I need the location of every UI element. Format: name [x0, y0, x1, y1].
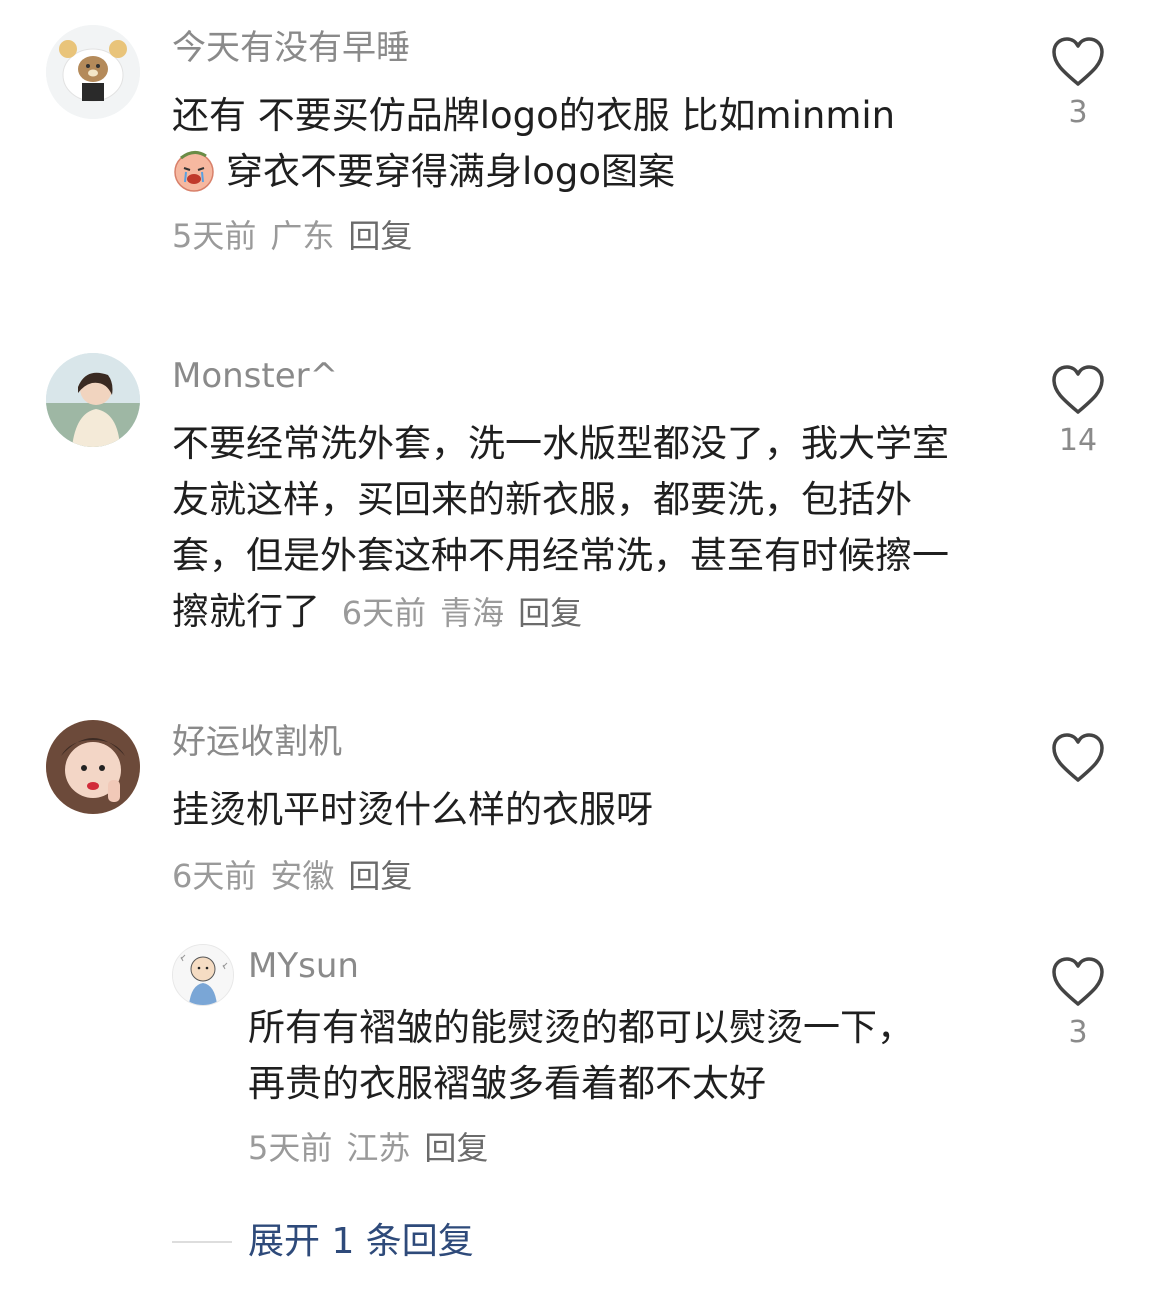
comment-meta: 5天前 广东 回复 — [172, 216, 426, 256]
reply-button[interactable]: 回复 — [424, 1129, 488, 1167]
comment-text-line: 还有 不要买仿品牌logo的衣服 比如minmin — [172, 94, 896, 137]
reply-button[interactable]: 回复 — [518, 594, 582, 632]
comment-location: 青海 — [440, 594, 505, 632]
comment-text: 还有 不要买仿品牌logo的衣服 比如minmin 穿衣不要穿得满身logo图案 — [172, 88, 992, 200]
heart-icon — [1052, 957, 1104, 1006]
crying-face-emoji-icon — [174, 151, 214, 192]
reply-text: 所有有褶皱的能熨烫的都可以熨烫一下，再贵的衣服褶皱多看着都不太好 — [248, 1006, 914, 1105]
reply-button[interactable]: 回复 — [348, 857, 412, 895]
like-button[interactable]: 14 — [1048, 364, 1108, 458]
username[interactable]: MYsun — [248, 946, 359, 986]
avatar[interactable] — [46, 25, 140, 119]
comment-meta: 6天前 青海 回复 — [342, 594, 596, 632]
comment-time: 6天前 — [172, 857, 257, 895]
like-count: 3 — [1068, 1015, 1088, 1050]
person-photo-avatar-icon — [46, 353, 140, 447]
comment-location: 安徽 — [270, 857, 335, 895]
like-button[interactable]: 3 — [1048, 36, 1108, 130]
comment-item: 今天有没有早睡 还有 不要买仿品牌logo的衣服 比如minmin 穿衣不要穿得… — [0, 0, 1152, 280]
person-photo-avatar-icon — [46, 720, 140, 814]
reply-time: 5天前 — [248, 1129, 333, 1167]
heart-icon — [1052, 365, 1104, 414]
comment-time: 6天前 — [341, 594, 427, 632]
expand-replies[interactable]: 展开 1 条回复 — [172, 1218, 474, 1266]
reply-location: 江苏 — [346, 1129, 411, 1167]
comment-meta: 6天前 安徽 回复 — [172, 856, 426, 896]
comment-text-line-2: 穿衣不要穿得满身logo图案 — [226, 150, 676, 193]
username[interactable]: 今天有没有早睡 — [172, 28, 410, 68]
like-button[interactable]: 3 — [1048, 956, 1108, 1050]
comment-text: 挂烫机平时烫什么样的衣服呀 — [172, 788, 653, 831]
username[interactable]: 好运收割机 — [172, 722, 342, 762]
comment-item: 好运收割机 挂烫机平时烫什么样的衣服呀 6天前 安徽 回复 — [0, 708, 1152, 928]
like-count: 3 — [1068, 95, 1088, 130]
bear-avatar-icon — [46, 25, 140, 119]
username[interactable]: Monster^ — [172, 356, 338, 396]
expand-replies-label[interactable]: 展开 1 条回复 — [248, 1218, 474, 1266]
comment-location: 广东 — [270, 217, 335, 255]
reply-button[interactable]: 回复 — [348, 217, 412, 255]
cartoon-avatar-icon — [173, 945, 233, 1005]
comment-time: 5天前 — [172, 217, 257, 255]
comment-text-line: 穿衣不要穿得满身logo图案 — [172, 144, 992, 200]
avatar[interactable] — [172, 944, 234, 1006]
like-button[interactable] — [1048, 732, 1108, 792]
comment-text: 不要经常洗外套，洗一水版型都没了，我大学室友就这样，买回来的新衣服，都要洗，包括… — [172, 416, 972, 640]
avatar[interactable] — [46, 720, 140, 814]
comment-item: Monster^ 不要经常洗外套，洗一水版型都没了，我大学室友就这样，买回来的新… — [0, 340, 1152, 640]
divider — [172, 1241, 232, 1243]
heart-icon — [1052, 37, 1104, 86]
heart-icon — [1052, 733, 1104, 782]
reply-meta: 5天前 江苏 回复 — [248, 1128, 502, 1168]
avatar[interactable] — [46, 353, 140, 447]
reply-item: MYsun 所有有褶皱的能熨烫的都可以熨烫一下，再贵的衣服褶皱多看着都不太好 5… — [0, 940, 1152, 1190]
like-count: 14 — [1058, 423, 1098, 458]
